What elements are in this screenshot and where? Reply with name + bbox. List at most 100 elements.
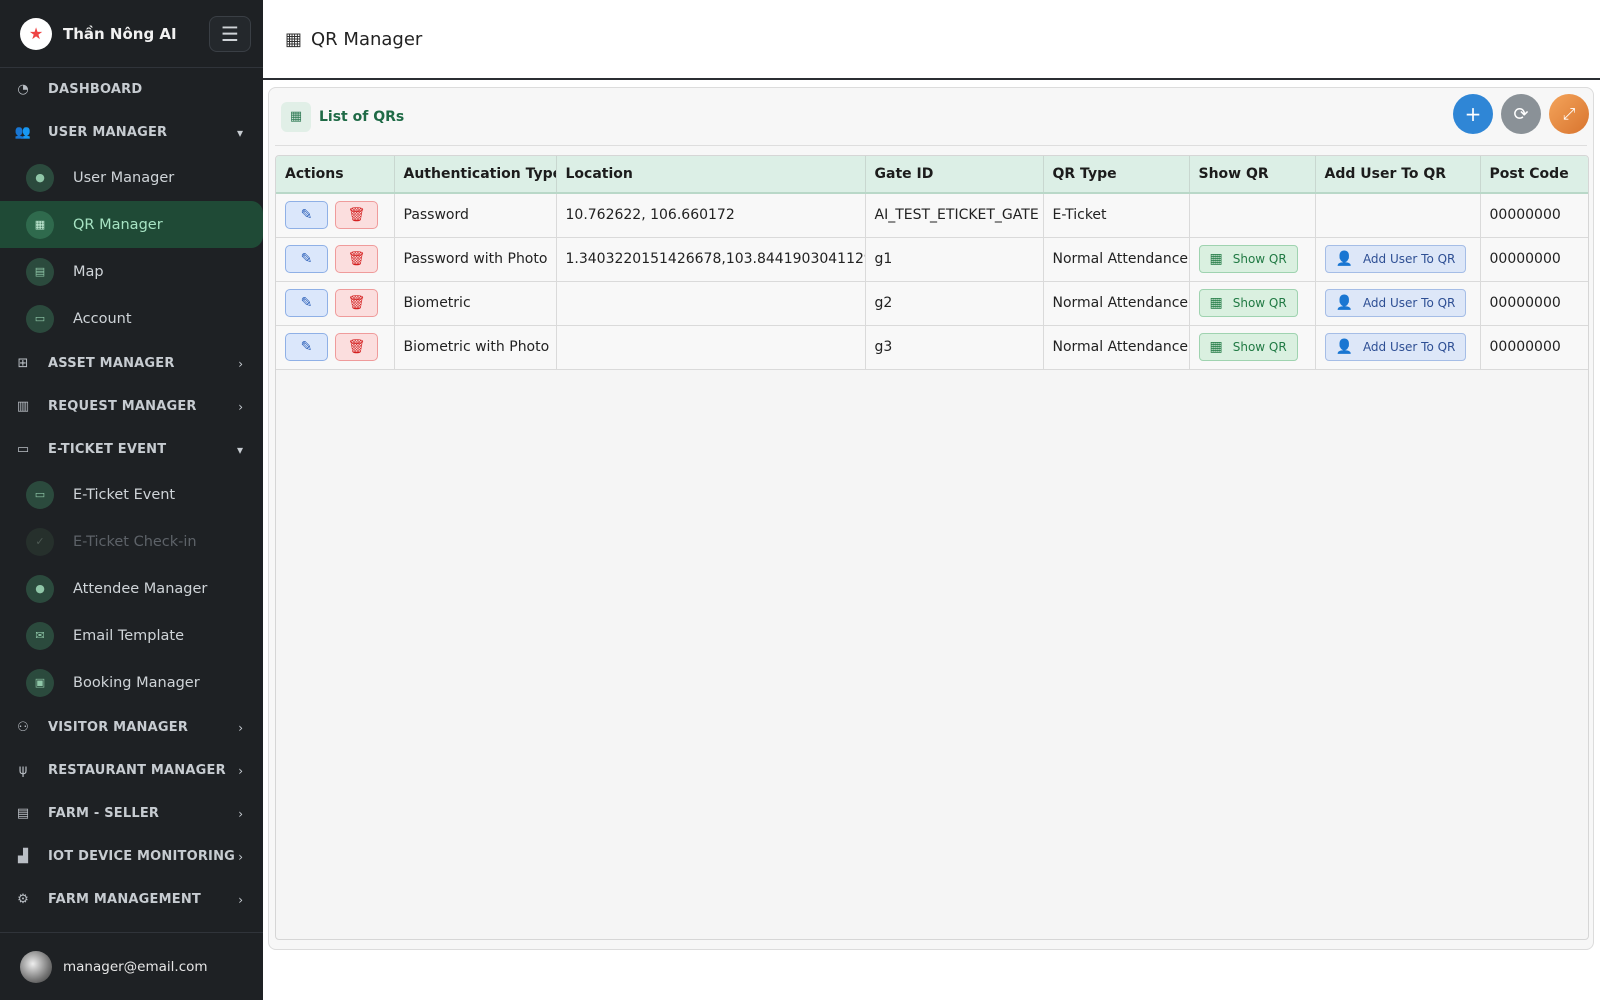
nav-group-restaurant-manager[interactable]: ψ RESTAURANT MANAGER › <box>0 749 263 792</box>
sidebar: ★ Thần Nông AI ☰ ◔ DASHBOARD 👥 USER MANA… <box>0 0 263 1000</box>
nav-group-label: USER MANAGER <box>48 125 168 140</box>
expand-button[interactable]: ⤢ <box>1549 94 1589 134</box>
nav-group-label: FARM - SELLER <box>48 806 160 821</box>
chevron-down-icon: ▾ <box>236 125 243 140</box>
sidebar-item-label: E-Ticket Check-in <box>73 533 197 550</box>
nav-group-label: RESTAURANT MANAGER <box>48 763 226 778</box>
post-code-cell: 00000000 <box>1480 325 1588 370</box>
edit-button[interactable]: ✎ <box>285 289 328 317</box>
column-header[interactable]: Location <box>556 156 866 194</box>
column-header[interactable]: QR Type <box>1043 156 1190 194</box>
add-user-to-qr-button[interactable]: 👤 Add User To QR <box>1324 289 1467 317</box>
header: ▦ QR Manager <box>263 0 1600 80</box>
add-user-to-qr-button[interactable]: 👤 Add User To QR <box>1324 245 1467 273</box>
id-card-icon: ▭ <box>26 304 54 333</box>
delete-button[interactable]: 🗑 <box>335 201 378 230</box>
gate-id-cell: g3 <box>865 325 1044 370</box>
auth-type-cell: Password <box>394 193 557 238</box>
sidebar-item-account[interactable]: ▭ Account <box>0 295 263 342</box>
chart-icon: ▟ <box>18 849 28 864</box>
chevron-right-icon: › <box>238 892 243 907</box>
column-header[interactable]: Add User To QR <box>1315 156 1481 194</box>
nav-group-asset-manager[interactable]: ⊞ ASSET MANAGER › <box>0 342 263 385</box>
qr-table-container[interactable]: Actions Authentication Type Location Gat… <box>275 155 1589 940</box>
qr-icon: ▦ <box>1209 295 1223 311</box>
post-code-cell: 00000000 <box>1480 193 1588 238</box>
hamburger-menu-button[interactable]: ☰ <box>209 15 251 52</box>
column-header[interactable]: Actions <box>276 156 395 194</box>
sidebar-item-qr-manager[interactable]: ▦ QR Manager <box>0 201 263 248</box>
column-header[interactable]: Gate ID <box>865 156 1044 194</box>
sidebar-nav: ◔ DASHBOARD 👥 USER MANAGER ▾ ● User Mana… <box>0 68 263 921</box>
nav-group-e-ticket-event[interactable]: ▭ E-TICKET EVENT ▾ <box>0 428 263 471</box>
nav-group-label: ASSET MANAGER <box>48 356 175 371</box>
post-code-cell: 00000000 <box>1480 281 1588 326</box>
delete-button[interactable]: 🗑 <box>335 245 378 273</box>
qr-icon: ▦ <box>281 101 311 132</box>
nav-group-request-manager[interactable]: ▥ REQUEST MANAGER › <box>0 385 263 428</box>
nav-group-iot-device-monitoring[interactable]: ▟ IOT DEVICE MONITORING › <box>0 835 263 878</box>
nav-group-visitor-manager[interactable]: ⚇ VISITOR MANAGER › <box>0 706 263 749</box>
sidebar-item-label: Map <box>73 263 104 280</box>
auth-type-cell: Biometric with Photo <box>394 325 557 370</box>
edit-button[interactable]: ✎ <box>285 333 328 361</box>
column-header[interactable]: Post Code <box>1480 156 1588 194</box>
nav-group-farm-seller[interactable]: ▤ FARM - SELLER › <box>0 792 263 835</box>
nav-group-label: FARM MANAGEMENT <box>48 892 201 907</box>
chevron-right-icon: › <box>238 356 243 371</box>
edit-button[interactable]: ✎ <box>285 245 328 273</box>
show-qr-label: Show QR <box>1232 252 1287 266</box>
page-title: QR Manager <box>311 28 423 50</box>
map-icon: ▤ <box>26 257 54 286</box>
sidebar-item-label: Booking Manager <box>73 674 200 691</box>
cutlery-icon: ψ <box>18 763 28 778</box>
user-profile[interactable]: manager@email.com <box>0 932 263 1000</box>
nav-group-user-manager[interactable]: 👥 USER MANAGER ▾ <box>0 111 263 154</box>
nav-group-farm-management[interactable]: ⚙ FARM MANAGEMENT › <box>0 878 263 921</box>
brand-name: Thần Nông AI <box>63 24 177 43</box>
edit-button[interactable]: ✎ <box>285 201 328 230</box>
delete-button[interactable]: 🗑 <box>335 333 378 361</box>
sidebar-item-map[interactable]: ▤ Map <box>0 248 263 295</box>
sidebar-item-label: Account <box>73 310 132 327</box>
column-header[interactable]: Show QR <box>1189 156 1316 194</box>
panel-title: List of QRs <box>319 108 405 125</box>
refresh-button[interactable]: ⟳ <box>1501 94 1541 134</box>
post-code-cell: 00000000 <box>1480 237 1588 282</box>
sidebar-item-email-template[interactable]: ✉ Email Template <box>0 612 263 659</box>
user-plus-icon: 👤 <box>1335 339 1353 355</box>
add-user-label: Add User To QR <box>1362 296 1456 310</box>
gate-id-cell: g1 <box>865 237 1044 282</box>
add-qr-button[interactable]: + <box>1453 94 1493 134</box>
chevron-right-icon: › <box>238 849 243 864</box>
show-qr-button[interactable]: ▦ Show QR <box>1198 333 1298 361</box>
delete-button[interactable]: 🗑 <box>335 289 378 317</box>
add-user-cell: 👤 Add User To QR <box>1315 325 1481 370</box>
show-qr-button[interactable]: ▦ Show QR <box>1198 245 1298 273</box>
add-user-to-qr-button[interactable]: 👤 Add User To QR <box>1324 333 1467 361</box>
person-icon: ● <box>26 574 54 603</box>
column-header[interactable]: Authentication Type <box>394 156 557 194</box>
show-qr-label: Show QR <box>1232 296 1287 310</box>
sidebar-item-label: E-Ticket Event <box>73 486 176 503</box>
sitemap-icon: ⊞ <box>17 356 29 371</box>
sidebar-item-attendee-manager[interactable]: ● Attendee Manager <box>0 565 263 612</box>
show-qr-cell <box>1189 193 1316 238</box>
show-qr-cell: ▦ Show QR <box>1189 281 1316 326</box>
sidebar-item-booking-manager[interactable]: ▣ Booking Manager <box>0 659 263 706</box>
nav-group-dashboard[interactable]: ◔ DASHBOARD <box>0 68 263 111</box>
chevron-right-icon: › <box>238 763 243 778</box>
nav-group-label: IOT DEVICE MONITORING <box>48 849 236 864</box>
ticket-icon: ▭ <box>16 442 30 457</box>
clipboard-icon: ▥ <box>16 399 30 414</box>
location-cell: 1.3403220151426678,103.84419030411294 <box>556 237 866 282</box>
ticket-icon: ▭ <box>26 480 54 509</box>
actions-cell: ✎ 🗑 <box>276 325 395 370</box>
add-user-label: Add User To QR <box>1362 340 1456 354</box>
chevron-down-icon: ▾ <box>236 442 243 457</box>
sidebar-item-user-manager[interactable]: ● User Manager <box>0 154 263 201</box>
chevron-right-icon: › <box>238 806 243 821</box>
sidebar-item-e-ticket-event[interactable]: ▭ E-Ticket Event <box>0 471 263 518</box>
location-cell <box>556 281 866 326</box>
show-qr-button[interactable]: ▦ Show QR <box>1198 289 1298 317</box>
